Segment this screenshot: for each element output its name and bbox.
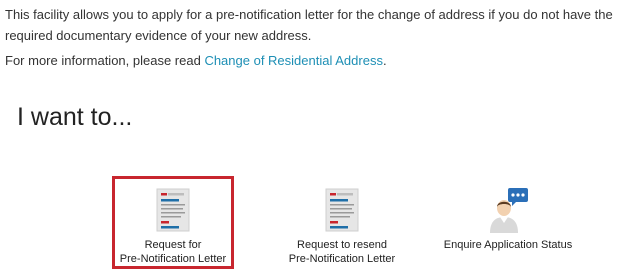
- option-resend-letter-label: Request to resend Pre-Notification Lette…: [288, 239, 396, 265]
- intro-text: This facility allows you to apply for a …: [5, 7, 613, 43]
- i-want-to-heading: I want to...: [17, 103, 133, 131]
- option-resend-letter[interactable]: Request to resend Pre-Notification Lette…: [280, 176, 404, 269]
- option-enquire-status[interactable]: Enquire Application Status: [438, 176, 578, 269]
- change-of-residential-address-link[interactable]: Change of Residential Address: [204, 53, 383, 68]
- option-request-letter[interactable]: Request for Pre-Notification Letter: [112, 176, 234, 269]
- more-info-prefix: For more information, please read: [5, 53, 205, 68]
- more-info-line: For more information, please read Change…: [5, 51, 387, 71]
- document-icon: [325, 188, 359, 232]
- more-info-suffix: .: [382, 53, 387, 68]
- option-request-letter-label: Request for Pre-Notification Letter: [119, 239, 227, 265]
- person-chat-icon: [490, 188, 528, 233]
- document-icon: [156, 188, 190, 232]
- option-enquire-status-label: Enquire Application Status: [443, 239, 573, 251]
- page: This facility allows you to apply for a …: [0, 0, 640, 277]
